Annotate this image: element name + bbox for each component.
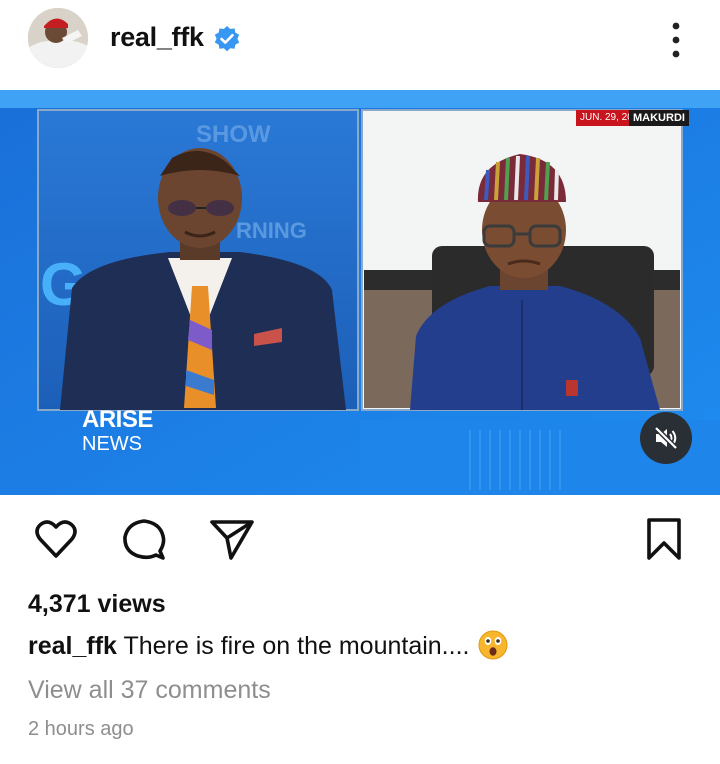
caption-text: There is fire on the mountain.... (123, 632, 470, 660)
comment-bubble-icon[interactable] (120, 515, 168, 563)
paper-plane-icon[interactable] (208, 515, 256, 563)
heart-icon[interactable] (32, 515, 80, 563)
channel-logo-line2: NEWS (82, 433, 142, 455)
svg-text:RNING: RNING (236, 218, 307, 243)
bookmark-icon[interactable] (644, 515, 684, 563)
astonished-face-emoji (478, 630, 508, 660)
svg-text:SHOW: SHOW (196, 121, 271, 148)
caption-username[interactable]: real_ffk (28, 632, 117, 660)
channel-logo-line1: ARISE (82, 406, 153, 433)
post-caption: real_ffk There is fire on the mountain..… (28, 630, 508, 661)
view-count: 4,371 views (28, 590, 166, 618)
view-comments-link[interactable]: View all 37 comments (28, 676, 271, 705)
post-header: real_ffk (0, 0, 720, 80)
mute-button[interactable] (640, 412, 692, 464)
verified-badge-icon (214, 26, 240, 52)
muted-speaker-icon (654, 426, 678, 450)
post-username[interactable]: real_ffk (110, 22, 204, 53)
post-timestamp: 2 hours ago (28, 718, 134, 740)
avatar[interactable] (28, 8, 88, 68)
action-bar (0, 515, 720, 567)
more-options-icon[interactable] (664, 18, 688, 62)
video-location-tag: MAKURDI (629, 110, 689, 126)
